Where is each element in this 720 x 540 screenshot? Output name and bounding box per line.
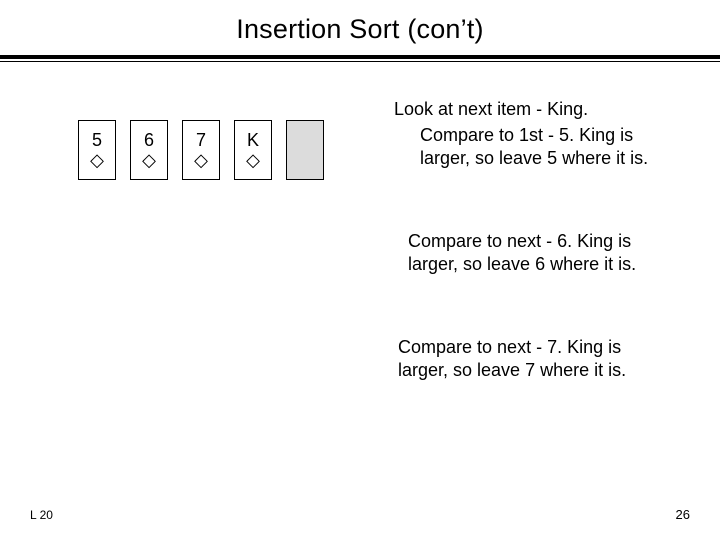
card-rank: 6 bbox=[144, 131, 154, 149]
rule-thick bbox=[0, 55, 720, 59]
step-paragraph-2: Compare to next - 6. King is larger, so … bbox=[408, 230, 668, 275]
card-7: 7 ◇ bbox=[182, 120, 220, 180]
step-heading: Look at next item - King. bbox=[394, 98, 588, 121]
rule-thin bbox=[0, 61, 720, 62]
card-king: K ◇ bbox=[234, 120, 272, 180]
card-5: 5 ◇ bbox=[78, 120, 116, 180]
card-empty bbox=[286, 120, 324, 180]
step-paragraph-1: Compare to 1st - 5. King is larger, so l… bbox=[420, 124, 680, 169]
footer-lecture-label: L 20 bbox=[30, 508, 53, 522]
card-rank: 5 bbox=[92, 131, 102, 149]
card-row: 5 ◇ 6 ◇ 7 ◇ K ◇ bbox=[78, 120, 324, 180]
diamond-icon: ◇ bbox=[194, 151, 208, 169]
step-paragraph-3: Compare to next - 7. King is larger, so … bbox=[398, 336, 658, 381]
card-6: 6 ◇ bbox=[130, 120, 168, 180]
footer-page-number: 26 bbox=[676, 507, 690, 522]
diamond-icon: ◇ bbox=[246, 151, 260, 169]
title-rule bbox=[0, 55, 720, 62]
card-rank: K bbox=[247, 131, 259, 149]
diamond-icon: ◇ bbox=[142, 151, 156, 169]
diamond-icon: ◇ bbox=[90, 151, 104, 169]
slide-title: Insertion Sort (con’t) bbox=[0, 0, 720, 55]
card-rank: 7 bbox=[196, 131, 206, 149]
